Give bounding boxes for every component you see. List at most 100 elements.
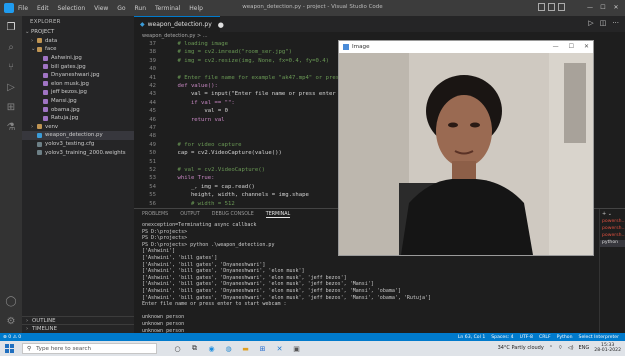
new-terminal-icon[interactable]: + [602,211,606,217]
tab-problems[interactable]: PROBLEMS [142,212,168,217]
image-window[interactable]: Image — ☐ ✕ [338,40,594,256]
weather-status[interactable]: 34°C Partly cloudy [498,345,544,351]
sidebar-item-label: Ratuja.jpg [51,115,79,122]
tray-arrow-icon[interactable]: ⌃ [549,345,553,351]
terminal-line: unknown person [142,320,185,327]
line-number: 44 [149,99,156,106]
indentation-status[interactable]: Spaces: 4 [491,335,513,340]
outline-label: OUTLINE [32,317,56,324]
sidebar-item-image[interactable]: obama.jpg [22,105,134,114]
timeline-section[interactable]: › TIMELINE [22,324,134,333]
title-bar: File Edit Selection View Go Run Terminal… [0,0,625,16]
sidebar-item-image[interactable]: bill gates.jpg [22,62,134,71]
tab-terminal[interactable]: TERMINAL [265,212,291,218]
source-control-icon[interactable]: ⑂ [5,62,17,74]
terminal-list: + ⌄ powersh... powersh... powersh... pyt… [599,209,625,334]
cursor-position[interactable]: Ln 63, Col 1 [458,335,485,340]
terminal-instance[interactable]: python [600,240,625,247]
code-text: if val == "": [164,99,235,106]
sidebar-item-label: Dnyaneshwari.jpg [51,72,100,79]
extensions-icon[interactable]: ⊞ [5,102,17,114]
interpreter-status[interactable]: Select Interpreter [579,335,619,340]
image-file-icon [43,72,48,78]
run-file-icon[interactable]: ▷ [588,19,593,27]
clock[interactable]: 15:33 28-01-2022 [594,343,621,354]
search-icon[interactable]: ⌕ [5,42,17,54]
volume-icon[interactable]: ◁) [568,345,574,351]
account-icon[interactable]: ◯ [5,296,17,308]
line-number: 54 [149,183,156,190]
maximize-icon[interactable]: ☐ [569,43,574,50]
windows-start-icon[interactable] [5,344,14,353]
minimize-icon[interactable]: — [553,43,559,50]
tab-debug-console[interactable]: DEBUG CONSOLE [212,212,254,217]
menu-selection[interactable]: Selection [58,5,86,12]
menu-go[interactable]: Go [117,5,125,12]
settings-gear-icon[interactable]: ⚙ [5,316,17,328]
sidebar-item-cfg[interactable]: yolov3_testing.cfg [22,140,134,149]
maximize-icon[interactable]: ☐ [598,2,608,12]
close-icon[interactable]: ✕ [584,43,589,50]
editor-tabs: ◆ weapon_detection.py ● ▷ ◫ ··· [134,16,625,32]
eol-status[interactable]: CRLF [539,335,551,340]
photos-icon[interactable]: ▣ [291,343,302,354]
terminal-dropdown-icon[interactable]: ⌄ [608,211,612,217]
language-indicator[interactable]: ENG [579,345,590,351]
image-window-title: Image [352,44,370,50]
menu-view[interactable]: View [94,5,108,12]
testing-icon[interactable]: ⚗ [5,122,17,134]
more-actions-icon[interactable]: ··· [612,19,619,27]
sidebar-item-folder[interactable]: › data [22,37,134,46]
run-debug-icon[interactable]: ▷ [5,82,17,94]
language-status[interactable]: Python [557,335,573,340]
cortana-icon[interactable]: ○ [172,343,183,354]
chrome-icon[interactable]: ◍ [223,343,234,354]
sidebar-item-python[interactable]: weapon_detection.py [22,131,134,140]
sidebar-item-image[interactable]: Mansi.jpg [22,97,134,106]
toggle-sidebar-icon[interactable] [538,3,545,11]
tab-output[interactable]: OUTPUT [180,212,200,217]
menu-help[interactable]: Help [189,5,203,12]
sidebar-item-image[interactable]: Dnyaneshwari.jpg [22,71,134,80]
vscode-taskbar-icon[interactable]: ✕ [274,343,285,354]
unsaved-dot-icon[interactable]: ● [218,21,224,29]
image-window-titlebar[interactable]: Image — ☐ ✕ [339,41,593,53]
store-icon[interactable]: ⊞ [257,343,268,354]
menu-run[interactable]: Run [135,5,147,12]
python-file-icon [37,132,42,138]
file-explorer-icon[interactable]: ▬ [240,343,251,354]
sidebar-item-image[interactable]: elon musk.jpg [22,80,134,89]
terminal-instance[interactable]: powersh... [600,226,625,233]
sidebar-item-weights[interactable]: yolov3_training_2000.weights [22,148,134,157]
line-number: 53 [149,175,156,182]
problems-status[interactable]: ⊗ 0 ⚠ 0 [3,335,21,340]
terminal-instance[interactable]: powersh... [600,219,625,226]
edge-icon[interactable]: ◉ [206,343,217,354]
toggle-secondary-sidebar-icon[interactable] [558,3,565,11]
tab-weapon-detection[interactable]: ◆ weapon_detection.py ● [134,16,224,32]
outline-section[interactable]: › OUTLINE [22,315,134,325]
explorer-icon[interactable]: ❐ [5,22,17,34]
network-icon[interactable]: ⌔ [558,345,563,351]
toggle-panel-icon[interactable] [548,3,555,11]
code-text: # width = 512 [164,200,235,207]
sidebar-item-folder[interactable]: › venv [22,123,134,132]
sidebar-item-image[interactable]: jeff bezos.jpg [22,88,134,97]
minimize-icon[interactable]: — [585,2,595,12]
menu-file[interactable]: File [18,5,28,12]
taskbar-search-box[interactable]: ⚲ Type here to search [22,343,157,354]
split-editor-icon[interactable]: ◫ [600,19,607,27]
close-icon[interactable]: ✕ [611,2,621,12]
menu-edit[interactable]: Edit [37,5,49,12]
line-number: 38 [149,49,156,56]
task-view-icon[interactable]: ⧉ [189,343,200,354]
project-section-header[interactable]: ⌄ PROJECT [22,28,134,37]
sidebar-item-image[interactable]: Ashwini.jpg [22,54,134,63]
menu-terminal[interactable]: Terminal [155,5,180,12]
sidebar-item-image[interactable]: Ratuja.jpg [22,114,134,123]
code-text: # for video capture [164,141,242,148]
sidebar-item-folder[interactable]: ⌄ face [22,45,134,54]
encoding-status[interactable]: UTF-8 [520,335,533,340]
explorer-sidebar: EXPLORER ⌄ PROJECT › data ⌄ face Ashwini.jpg… [22,16,134,333]
terminal-instance[interactable]: powersh... [600,233,625,240]
